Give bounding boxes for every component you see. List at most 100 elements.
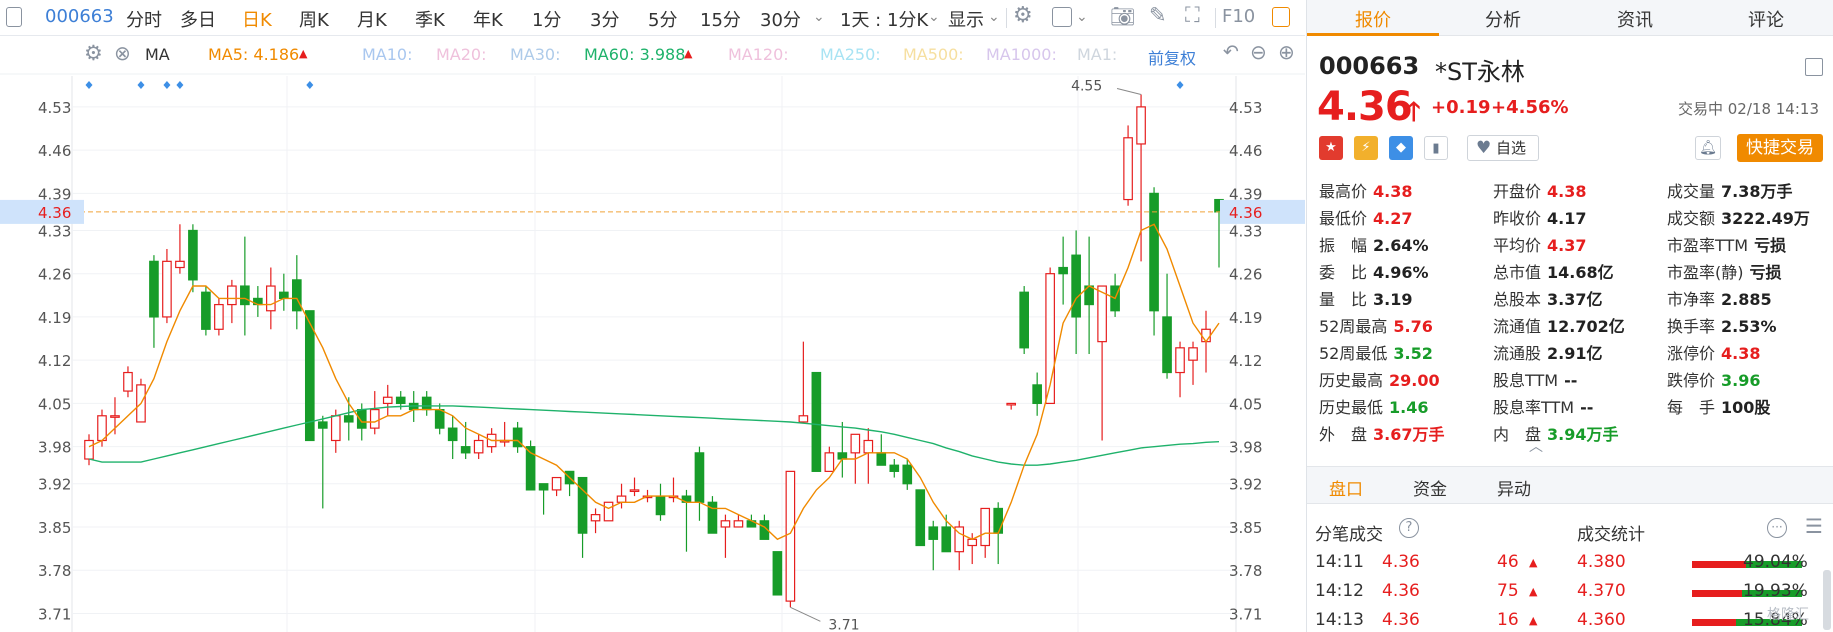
more-options-icon[interactable]: ··· (1767, 518, 1787, 538)
candle-up (603, 501, 614, 522)
tick-trades-title: 分笔成交 (1315, 525, 1383, 545)
quote-label: 市净率 (1667, 290, 1716, 309)
candle-up (382, 396, 393, 405)
quote-cell: 52周最低 3.52 (1319, 340, 1433, 364)
quote-value: 4.38 (1721, 344, 1761, 363)
tab-comments[interactable]: 评论 (1748, 6, 1784, 32)
sub-tab-alerts[interactable]: 异动 (1497, 475, 1531, 500)
candle-up (798, 415, 809, 423)
candle-down (538, 483, 549, 491)
candle-up (123, 371, 133, 392)
quote-cell: 外 盘 3.67万手 (1319, 421, 1445, 445)
y-tick-label: 4.53 (1229, 99, 1262, 117)
scrollbar[interactable] (1823, 570, 1831, 630)
candle-down (188, 229, 198, 281)
stock-code[interactable]: 000663 (45, 6, 114, 27)
quote-value: 2.91亿 (1547, 344, 1603, 363)
y-tick-label: 3.85 (38, 519, 71, 537)
candle-down (460, 446, 471, 454)
undo-icon[interactable]: ↶ (1223, 41, 1239, 63)
pencil-icon[interactable]: ✎ (1149, 3, 1167, 27)
f10-button[interactable]: F10 (1222, 6, 1255, 27)
sub-tab-funds[interactable]: 资金 (1413, 475, 1447, 500)
ma5-up-arrow-icon: ▲ (299, 47, 308, 60)
quote-label: 量 比 (1319, 290, 1368, 309)
kline-chart-canvas[interactable]: 4.534.464.394.334.264.194.124.053.983.92… (0, 36, 1305, 632)
bell-icon[interactable]: 🔔︎ (1695, 136, 1721, 160)
quote-label: 股息TTM (1493, 371, 1559, 390)
list-menu-icon[interactable]: ☰ (1805, 514, 1823, 538)
quote-label: 成交额 (1667, 209, 1716, 228)
period-tab-15min[interactable]: 15分 (700, 6, 741, 32)
tab-quote[interactable]: 报价 (1355, 6, 1391, 32)
layout-toggle-icon[interactable] (1805, 58, 1823, 76)
quote-label: 流通值 (1493, 317, 1542, 336)
period-tab-yearly[interactable]: 年K (473, 6, 503, 32)
y-tick-label: 4.53 (38, 99, 71, 117)
quote-value: 5.76 (1393, 317, 1433, 336)
candle-down (1019, 291, 1029, 349)
tab-news[interactable]: 资讯 (1617, 6, 1653, 32)
period-tab-intraday[interactable]: 分时 (126, 6, 162, 32)
adjust-mode-button[interactable]: 前复权 (1148, 45, 1196, 69)
quote-value: 3222.49万 (1721, 209, 1810, 228)
quote-cell: 换手率 2.53% (1667, 313, 1777, 337)
heart-icon: ♥ (1476, 138, 1492, 158)
event-marker (306, 81, 314, 89)
add-watchlist-button[interactable]: ♥ 自选 (1467, 135, 1539, 161)
quote-cell: 总市值 14.68亿 (1493, 259, 1614, 283)
chevron-down-icon[interactable]: ⌄ (988, 9, 1000, 25)
chevron-down-icon[interactable]: ⌄ (1076, 9, 1088, 25)
sub-tab-orderbook[interactable]: 盘口 (1329, 475, 1363, 500)
period-tab-monthly[interactable]: 月K (357, 6, 387, 32)
quote-label: 52周最低 (1319, 344, 1388, 363)
candle-down (889, 464, 900, 472)
zoom-out-icon[interactable]: ⊖ (1250, 40, 1267, 64)
y-tick-label: 3.85 (1229, 519, 1262, 537)
low-price-label: 3.71 (828, 617, 859, 632)
ma-indicator-label[interactable]: MA (145, 45, 170, 64)
cycle-select[interactable]: 1天 : 1分K (840, 6, 928, 32)
candle-up (863, 439, 874, 454)
tag-icon: ◆ (1389, 136, 1413, 160)
camera-icon[interactable]: 📷︎ (1110, 4, 1135, 28)
chart-grid (0, 73, 1305, 632)
candle-down (941, 526, 952, 553)
period-tab-weekly[interactable]: 周K (299, 6, 329, 32)
help-icon[interactable]: ? (1399, 518, 1419, 538)
period-tab-1min[interactable]: 1分 (532, 6, 561, 32)
candle-down (317, 421, 328, 429)
panel-toggle-icon[interactable] (1272, 7, 1290, 27)
period-tab-30min[interactable]: 30分 (760, 6, 801, 32)
tab-analysis[interactable]: 分析 (1485, 6, 1521, 32)
quote-label: 成交量 (1667, 182, 1716, 201)
chevron-down-icon[interactable]: ⌄ (928, 9, 940, 25)
sidebar-toggle-icon[interactable] (6, 7, 22, 27)
display-menu[interactable]: 显示 (948, 6, 984, 32)
square-shape-icon[interactable] (1052, 7, 1072, 27)
period-tab-quarterly[interactable]: 季K (415, 6, 445, 32)
candle-down (928, 526, 939, 540)
period-tab-daily[interactable]: 日K (242, 6, 272, 32)
collapse-chevron-icon[interactable]: ︿ (1529, 436, 1543, 456)
period-tab-3min[interactable]: 3分 (590, 6, 619, 32)
tick-price: 4.36 (1382, 552, 1420, 572)
zoom-in-icon[interactable]: ⊕ (1278, 40, 1295, 64)
tick-up-arrow-icon: ▲ (1529, 585, 1538, 598)
quick-trade-button[interactable]: 快捷交易 (1737, 134, 1823, 162)
close-circle-icon[interactable]: ⊗ (114, 41, 131, 65)
chevron-down-icon[interactable]: ⌄ (813, 9, 825, 25)
period-tab-multiday[interactable]: 多日 (180, 6, 216, 32)
tick-volume: 75 (1497, 581, 1519, 601)
kline-chart[interactable]: 4.53 4.46 4.39 4.33 4.26 4.19 4.12 4.05 3.98 3.92… (0, 36, 1305, 632)
ma30-legend: MA30: (510, 45, 561, 64)
y-tick-label: 4.12 (1229, 352, 1262, 370)
bookmark-icon[interactable]: ▮ (1424, 136, 1448, 160)
settings-gear-icon[interactable]: ⚙ (1013, 3, 1033, 28)
candle-down (993, 507, 1004, 534)
quote-label: 最低价 (1319, 209, 1368, 228)
quote-cell: 每 手 100股 (1667, 394, 1770, 418)
settings-gear-icon[interactable]: ⚙ (84, 41, 103, 65)
fullscreen-icon[interactable]: ⛶ (1185, 3, 1200, 28)
period-tab-5min[interactable]: 5分 (648, 6, 677, 32)
